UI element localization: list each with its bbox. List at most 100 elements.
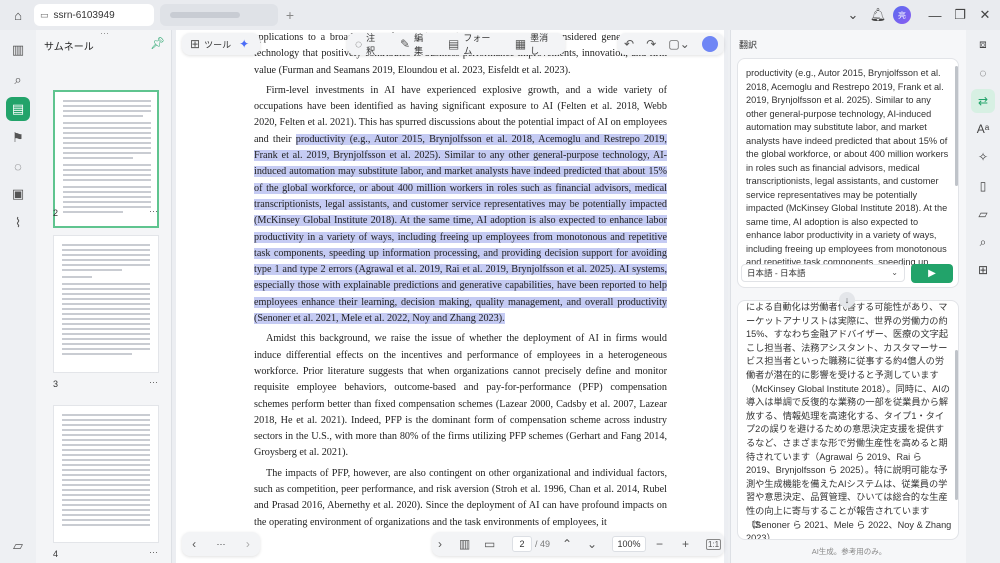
avatar[interactable]: 亮 bbox=[893, 6, 911, 24]
document-text[interactable]: applications to a broad range of tasks (… bbox=[254, 30, 667, 535]
bell-icon[interactable]: 🔔︎ bbox=[868, 5, 888, 25]
bookmark-icon[interactable]: ⚑ bbox=[6, 126, 30, 150]
page-total: / 49 bbox=[535, 539, 551, 549]
main-toolbar: ◌ 注釈 ✎ 編集 ▤ フォーム ▦ 墨消し bbox=[347, 33, 565, 56]
page-layout-icon[interactable]: ▥ bbox=[459, 537, 470, 551]
close-icon[interactable]: ✕ bbox=[975, 5, 995, 25]
panel-title: 翻訳 bbox=[739, 40, 758, 50]
zoom-input[interactable]: 100% bbox=[612, 536, 646, 552]
comment-button[interactable]: ◌ 注釈 bbox=[347, 33, 392, 56]
zoom-in-icon[interactable]: + bbox=[682, 537, 689, 551]
right-rail: ⧈ ◌ ⇄ Aᵃ ✧ ▯ ▱ ⌕ ⊞ bbox=[966, 30, 1000, 563]
pin-icon[interactable]: 📌︎ bbox=[150, 36, 165, 50]
paragraph: Amidst this background, we raise the iss… bbox=[254, 333, 667, 459]
present-icon[interactable]: ▭ bbox=[484, 537, 495, 551]
save-icon[interactable]: ▢⌄ bbox=[668, 37, 689, 51]
source-text-box[interactable]: productivity (e.g., Autor 2015, Brynjolf… bbox=[737, 58, 959, 288]
translation-text[interactable]: による自動化は労働者代替する可能性があり、マーケットアナリストは実際に、世界の労… bbox=[746, 301, 952, 539]
document-page[interactable]: applications to a broad range of tasks (… bbox=[176, 30, 724, 563]
comment-icon: ◌ bbox=[355, 37, 363, 51]
translate-button[interactable]: ▶ bbox=[911, 264, 953, 283]
tool-button[interactable]: ⊞ ツール bbox=[182, 33, 239, 55]
tab-label: ssrn-6103949 bbox=[53, 9, 115, 21]
expand-icon[interactable]: › bbox=[438, 537, 442, 551]
highlighted-selection[interactable]: productivity (e.g., Autor 2015, Brynjolf… bbox=[254, 133, 667, 325]
thumbnail-page-4[interactable] bbox=[53, 405, 159, 543]
next-icon[interactable]: › bbox=[246, 537, 250, 551]
page-nav-toolbar: ‹ ··· › bbox=[182, 532, 260, 556]
redo-icon[interactable]: ↷ bbox=[646, 37, 656, 51]
paragraph: The impacts of PFP, however, are also co… bbox=[254, 467, 667, 528]
search-page-icon[interactable]: ⌕ bbox=[971, 230, 995, 254]
folder-icon[interactable]: ▱ bbox=[971, 202, 995, 226]
chevron-down-icon[interactable]: ⌄ bbox=[843, 5, 863, 25]
layers-icon[interactable]: ▣ bbox=[6, 182, 30, 206]
scrollbar[interactable] bbox=[955, 350, 958, 500]
form-button[interactable]: ▤ フォーム bbox=[440, 33, 507, 56]
translation-output-box[interactable]: による自動化は労働者代替する可能性があり、マーケットアナリストは実際に、世界の労… bbox=[737, 300, 959, 540]
edit-icon: ✎ bbox=[400, 37, 411, 51]
search-icon[interactable]: ⌕ bbox=[6, 68, 30, 92]
book-icon[interactable]: ▱ bbox=[6, 534, 30, 558]
title-bar: ⌂ ▭ ssrn-6103949 + ⌄ 🔔︎ 亮 — ❐ ✕ bbox=[0, 0, 1000, 30]
tool-toolbar: ⊞ ツール ✦ bbox=[182, 33, 260, 55]
more-button[interactable]: ··· bbox=[216, 539, 225, 549]
previous-icon[interactable]: ‹ bbox=[192, 537, 196, 551]
drag-handle[interactable]: ··· bbox=[100, 28, 109, 38]
minimize-icon[interactable]: — bbox=[925, 5, 945, 25]
book-icon[interactable]: ▯ bbox=[971, 174, 995, 198]
panel-title: サムネール bbox=[44, 42, 94, 53]
chat-icon[interactable]: ◌ bbox=[971, 61, 995, 85]
next-page-icon[interactable]: ⌄ bbox=[587, 537, 597, 551]
grid-icon[interactable]: ⊞ bbox=[971, 258, 995, 282]
thumbnail-page-number: 2 bbox=[53, 208, 59, 218]
arrow-down-icon: ↓ bbox=[839, 292, 855, 308]
ai-assistant-icon[interactable] bbox=[701, 36, 718, 52]
previous-page-icon[interactable]: ⌃ bbox=[562, 537, 572, 551]
thumbnail-page-number: 4 bbox=[53, 549, 59, 559]
redact-button[interactable]: ▦ 墨消し bbox=[507, 33, 565, 56]
thumbnails-icon[interactable]: ▤ bbox=[6, 97, 30, 121]
home-icon[interactable]: ⌂ bbox=[8, 5, 28, 25]
undo-icon[interactable]: ↶ bbox=[624, 37, 634, 51]
chevron-down-icon: ⌄ bbox=[891, 268, 898, 277]
toolbox-icon: ⊞ bbox=[190, 37, 201, 51]
form-icon: ▤ bbox=[447, 37, 460, 51]
new-tab-button[interactable]: + bbox=[280, 5, 300, 25]
thumbnail-more-button[interactable]: ··· bbox=[149, 377, 158, 387]
attachment-icon[interactable]: ⌇ bbox=[6, 211, 30, 235]
thumbnail-more-button[interactable]: ··· bbox=[149, 206, 158, 216]
copy-icon[interactable]: ⧉ bbox=[752, 519, 760, 532]
history-toolbar: ↶ ↷ ▢⌄ bbox=[618, 33, 724, 55]
left-rail: ▥ ⌕ ▤ ⚑ ◌ ▣ ⌇ ▱ bbox=[0, 30, 36, 563]
thumbnail-page-2[interactable] bbox=[53, 90, 159, 228]
thumbnail-page-number: 3 bbox=[53, 379, 59, 389]
page-number-input[interactable]: 2 bbox=[512, 536, 532, 552]
comment-icon[interactable]: ◌ bbox=[6, 154, 30, 178]
document-tab[interactable]: ▭ ssrn-6103949 bbox=[34, 4, 154, 26]
edit-button[interactable]: ✎ 編集 bbox=[392, 33, 440, 56]
reader-icon[interactable]: ⧈ bbox=[971, 32, 995, 56]
play-icon: ▶ bbox=[928, 268, 936, 279]
translate-panel: 翻訳 productivity (e.g., Autor 2015, Brynj… bbox=[730, 30, 966, 563]
thumbnail-page-3[interactable] bbox=[53, 235, 159, 373]
language-select[interactable]: 日本語 - 日本語 ⌄ bbox=[741, 264, 905, 282]
translate-icon[interactable]: ⇄ bbox=[971, 89, 995, 113]
restore-icon[interactable]: ❐ bbox=[950, 5, 970, 25]
source-text[interactable]: productivity (e.g., Autor 2015, Brynjolf… bbox=[746, 67, 952, 270]
thumbnail-more-button[interactable]: ··· bbox=[149, 547, 158, 557]
ai-note-icon[interactable]: ✧ bbox=[971, 145, 995, 169]
document-icon: ▭ bbox=[40, 9, 49, 20]
view-toolbar: › ▥ ▭ 2 / 49 ⌃ ⌄ 100% − + 1:1 bbox=[432, 532, 724, 556]
zoom-out-icon[interactable]: − bbox=[656, 537, 663, 551]
sidebar-toggle-icon[interactable]: ▥ bbox=[6, 38, 30, 62]
redact-icon: ▦ bbox=[514, 37, 527, 51]
ai-sparkle-icon[interactable]: ✦ bbox=[239, 37, 249, 51]
ocr-icon[interactable]: Aᵃ bbox=[971, 117, 995, 141]
paragraph: Firm-level investments in AI have experi… bbox=[254, 84, 667, 325]
document-tab-2[interactable] bbox=[160, 4, 278, 26]
thumbnail-panel: サムネール ··· 📌︎ 2 ··· 3 ··· 4 ··· bbox=[36, 28, 172, 563]
scrollbar[interactable] bbox=[955, 66, 958, 186]
fit-page-icon[interactable]: 1:1 bbox=[706, 538, 722, 550]
ai-disclaimer: AI生成。参考用のみ。 bbox=[811, 547, 887, 556]
